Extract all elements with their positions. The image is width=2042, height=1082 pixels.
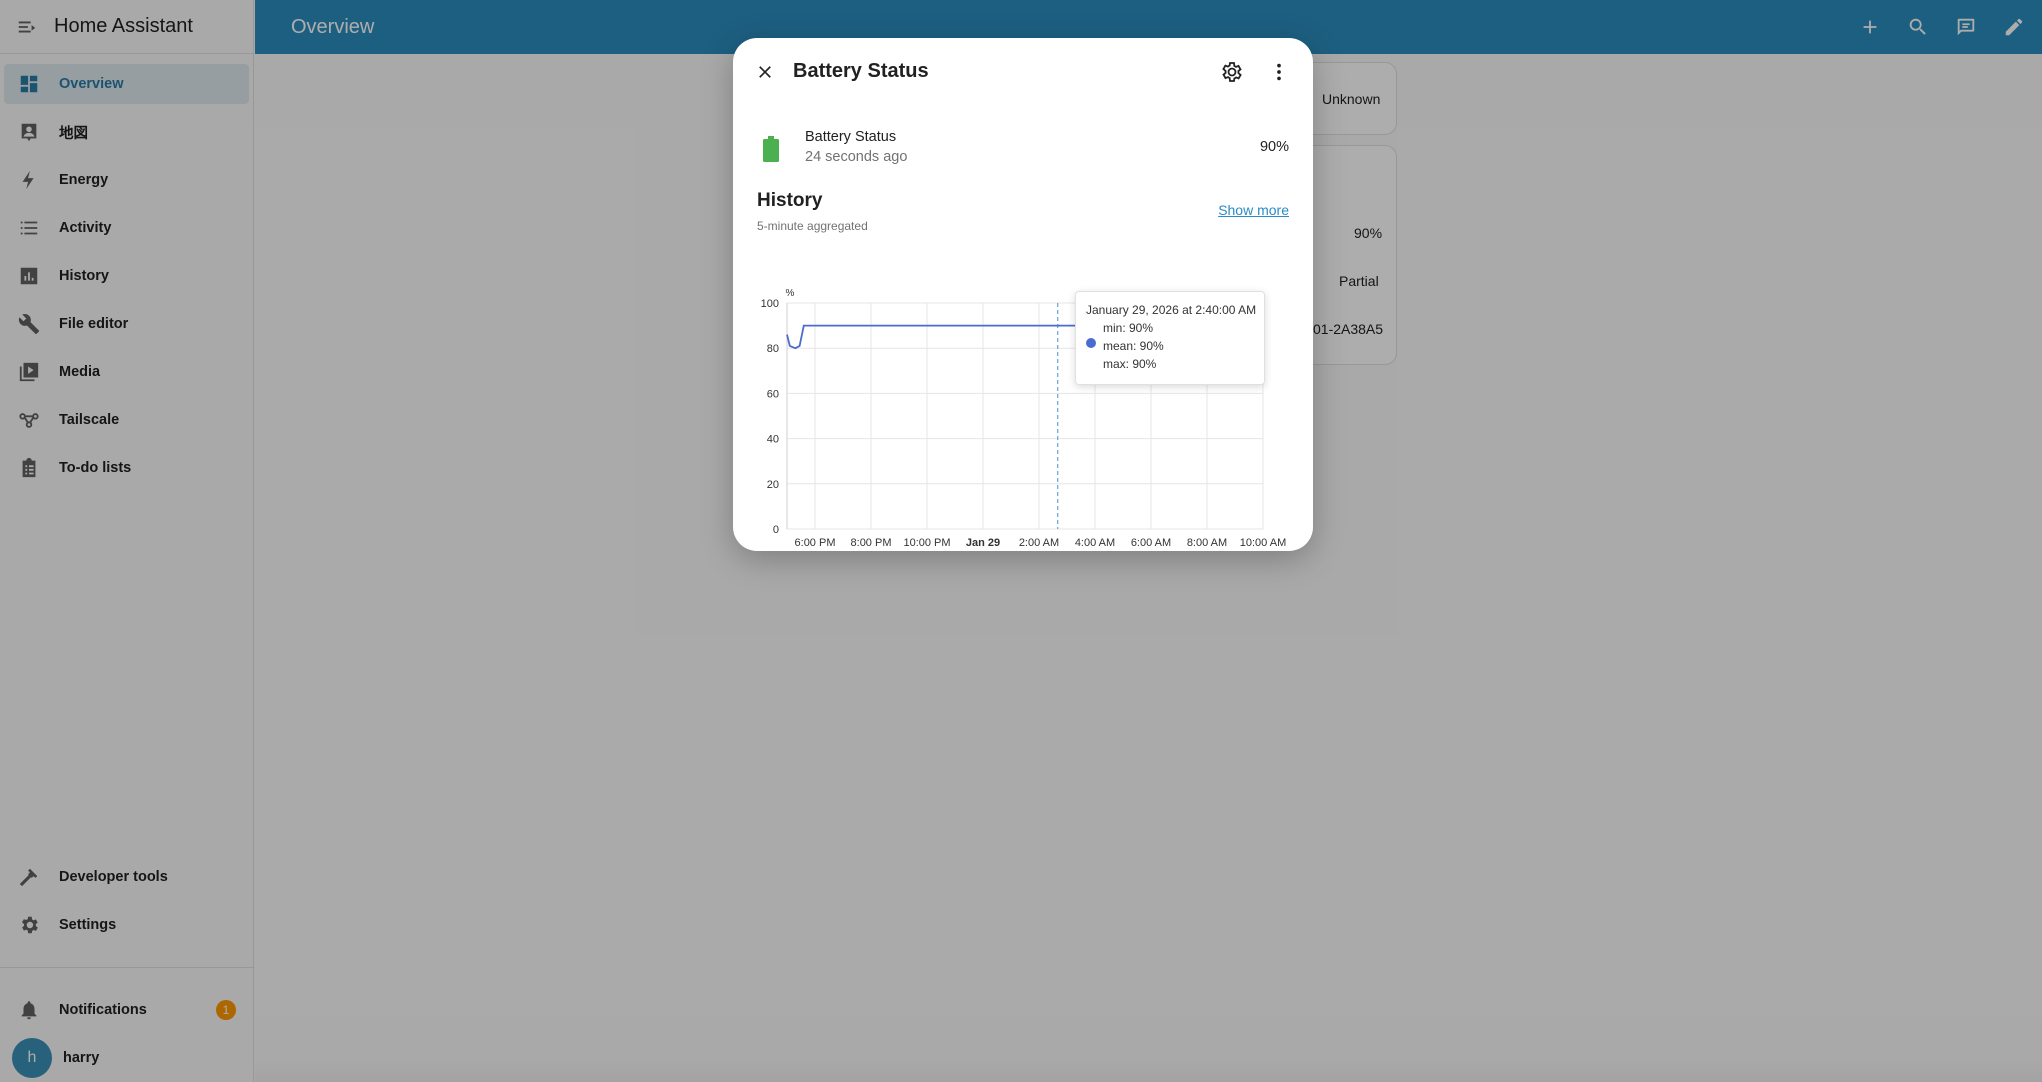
y-tick-label: 100 bbox=[761, 298, 779, 310]
x-tick-label: 10:00 AM bbox=[1240, 537, 1286, 549]
battery-icon bbox=[763, 136, 787, 162]
y-tick-label: 40 bbox=[767, 434, 779, 446]
y-tick-label: 60 bbox=[767, 388, 779, 400]
more-info-dialog: Battery Status Battery Status 24 seconds… bbox=[733, 38, 1313, 551]
chart-tooltip: January 29, 2026 at 2:40:00 AM min: 90% … bbox=[1075, 291, 1265, 385]
entity-last-changed: 24 seconds ago bbox=[805, 149, 908, 165]
dialog-title: Battery Status bbox=[793, 60, 929, 82]
tooltip-min: min: 90% bbox=[1103, 321, 1154, 335]
history-title: History bbox=[757, 190, 823, 211]
bottom-shade bbox=[255, 1060, 2042, 1082]
x-tick-label: 6:00 AM bbox=[1131, 537, 1171, 549]
x-tick-label: 6:00 PM bbox=[795, 537, 836, 549]
x-tick-label: 2:00 AM bbox=[1019, 537, 1059, 549]
y-tick-label: 80 bbox=[767, 343, 779, 355]
tooltip-mean: mean: 90% bbox=[1103, 339, 1164, 353]
x-tick-label: 8:00 PM bbox=[851, 537, 892, 549]
x-tick-label: 8:00 AM bbox=[1187, 537, 1227, 549]
tooltip-date: January 29, 2026 at 2:40:00 AM bbox=[1086, 303, 1257, 317]
y-tick-label: 20 bbox=[767, 479, 779, 491]
history-chart[interactable]: 100 80 60 40 20 0% 6:00 PM 8:00 PM 10:00 PM Jan 2… bbox=[733, 238, 1313, 558]
entity-state: 90% bbox=[1259, 139, 1289, 155]
series-dot bbox=[1086, 338, 1096, 348]
dialog-header: Battery Status bbox=[733, 38, 1313, 106]
tooltip-max: max: 90% bbox=[1103, 357, 1157, 371]
more-vertical-icon[interactable] bbox=[1267, 60, 1291, 84]
x-tick-label: 10:00 PM bbox=[903, 537, 950, 549]
y-unit-label: % bbox=[786, 288, 795, 299]
close-icon[interactable] bbox=[753, 60, 777, 84]
entity-row: Battery Status 24 seconds ago 90% bbox=[757, 124, 1289, 174]
gear-icon[interactable] bbox=[1219, 60, 1243, 84]
history-subtitle: 5-minute aggregated bbox=[757, 219, 868, 233]
show-more-link[interactable]: Show more bbox=[1218, 202, 1289, 218]
x-tick-label: 4:00 AM bbox=[1075, 537, 1115, 549]
entity-name: Battery Status bbox=[805, 129, 897, 145]
x-tick-label: Jan 29 bbox=[966, 537, 1000, 549]
y-tick-label: 0 bbox=[773, 524, 779, 536]
